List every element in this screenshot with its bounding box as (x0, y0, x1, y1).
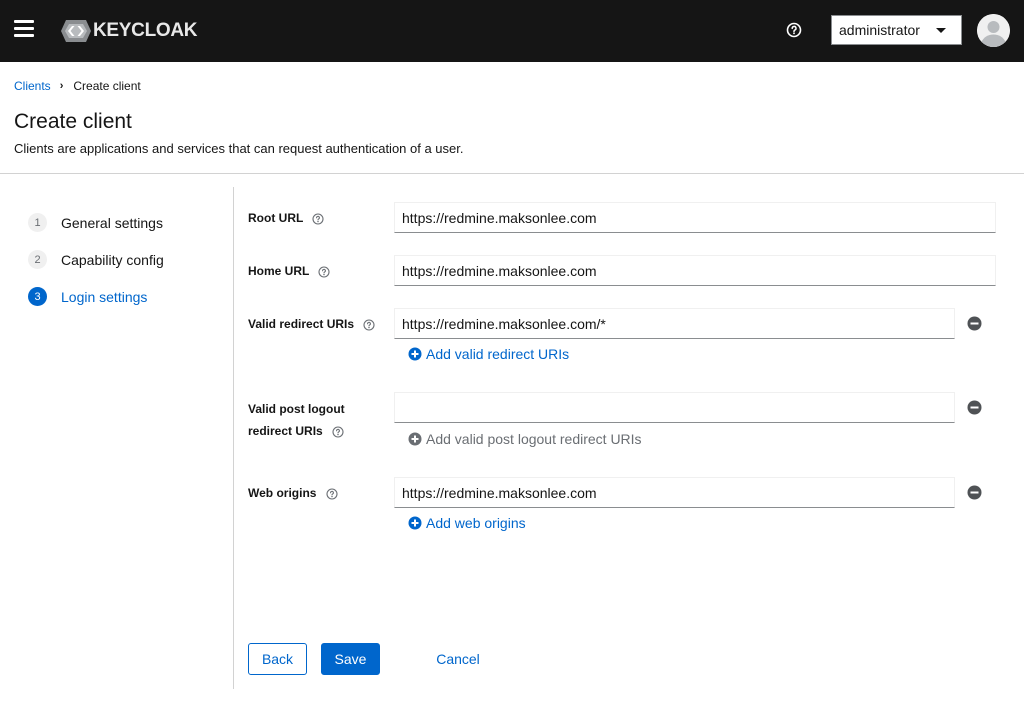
root-url-input[interactable] (394, 202, 996, 233)
post-logout-redirect-uris-label: Valid post logout redirect URIs (248, 398, 345, 442)
wizard-nav-divider (233, 187, 234, 689)
help-icon[interactable] (332, 426, 344, 438)
wizard-step-login-settings[interactable]: 3 Login settings (28, 278, 164, 315)
step-number: 3 (28, 287, 47, 306)
add-post-logout-redirect-uris-label: Add valid post logout redirect URIs (426, 431, 642, 447)
help-icon[interactable] (786, 22, 802, 38)
remove-post-logout-uri-icon[interactable] (967, 400, 982, 415)
plus-circle-icon (408, 432, 422, 446)
breadcrumb: Clients › Create client (14, 79, 141, 93)
wizard-step-general-settings[interactable]: 1 General settings (28, 204, 164, 241)
web-origins-input[interactable] (394, 477, 955, 508)
keycloak-logo-icon (61, 20, 91, 42)
home-url-input[interactable] (394, 255, 996, 286)
user-name: administrator (839, 22, 920, 38)
page-description: Clients are applications and services th… (14, 141, 464, 156)
add-valid-redirect-uris-label: Add valid redirect URIs (426, 346, 570, 362)
add-post-logout-redirect-uris-link[interactable]: Add valid post logout redirect URIs (408, 431, 642, 447)
post-logout-label-line2: redirect URIs (248, 424, 323, 438)
help-icon[interactable] (363, 319, 375, 331)
caret-down-icon (936, 28, 946, 33)
save-button[interactable]: Save (321, 643, 380, 675)
remove-web-origin-icon[interactable] (967, 485, 982, 500)
plus-circle-icon (408, 347, 422, 361)
step-number: 2 (28, 250, 47, 269)
step-label: Capability config (61, 251, 164, 268)
user-dropdown[interactable]: administrator (831, 15, 962, 45)
root-url-label: Root URL (248, 207, 325, 229)
step-label: Login settings (61, 288, 148, 305)
masthead: KEYCLOAK administrator (0, 0, 1024, 62)
add-web-origins-label: Add web origins (426, 515, 526, 531)
wizard-step-capability-config[interactable]: 2 Capability config (28, 241, 164, 278)
add-valid-redirect-uris-link[interactable]: Add valid redirect URIs (408, 346, 569, 362)
avatar-icon (977, 14, 1010, 47)
breadcrumb-clients-link[interactable]: Clients (14, 79, 51, 93)
header-divider (0, 173, 1024, 174)
web-origins-label: Web origins (248, 482, 338, 504)
help-icon[interactable] (326, 488, 338, 500)
post-logout-label-line2-wrap: redirect URIs (248, 420, 345, 442)
add-web-origins-link[interactable]: Add web origins (408, 515, 526, 531)
step-label: General settings (61, 214, 163, 231)
home-url-label-text: Home URL (248, 264, 310, 278)
hamburger-menu-icon[interactable] (14, 20, 34, 38)
step-number: 1 (28, 213, 47, 232)
valid-redirect-uris-input[interactable] (394, 308, 955, 339)
plus-circle-icon (408, 516, 422, 530)
avatar[interactable] (977, 14, 1010, 47)
remove-redirect-uri-icon[interactable] (967, 316, 982, 331)
wizard-nav: 1 General settings 2 Capability config 3… (28, 204, 164, 315)
help-icon[interactable] (318, 266, 331, 278)
post-logout-label-line1: Valid post logout (248, 402, 345, 416)
post-logout-redirect-uris-input[interactable] (394, 392, 955, 423)
logo-text: KEYCLOAK (93, 20, 198, 41)
valid-redirect-uris-label: Valid redirect URIs (248, 313, 375, 335)
cancel-button[interactable]: Cancel (428, 643, 488, 675)
breadcrumb-current: Create client (73, 79, 141, 93)
keycloak-logo[interactable]: KEYCLOAK (61, 18, 198, 44)
root-url-label-text: Root URL (248, 211, 304, 225)
page-title: Create client (14, 110, 132, 133)
help-icon[interactable] (312, 213, 325, 225)
web-origins-label-text: Web origins (248, 486, 317, 500)
breadcrumb-separator-icon: › (59, 80, 64, 92)
home-url-label: Home URL (248, 260, 331, 282)
back-button[interactable]: Back (248, 643, 307, 675)
valid-redirect-uris-label-text: Valid redirect URIs (248, 317, 355, 331)
